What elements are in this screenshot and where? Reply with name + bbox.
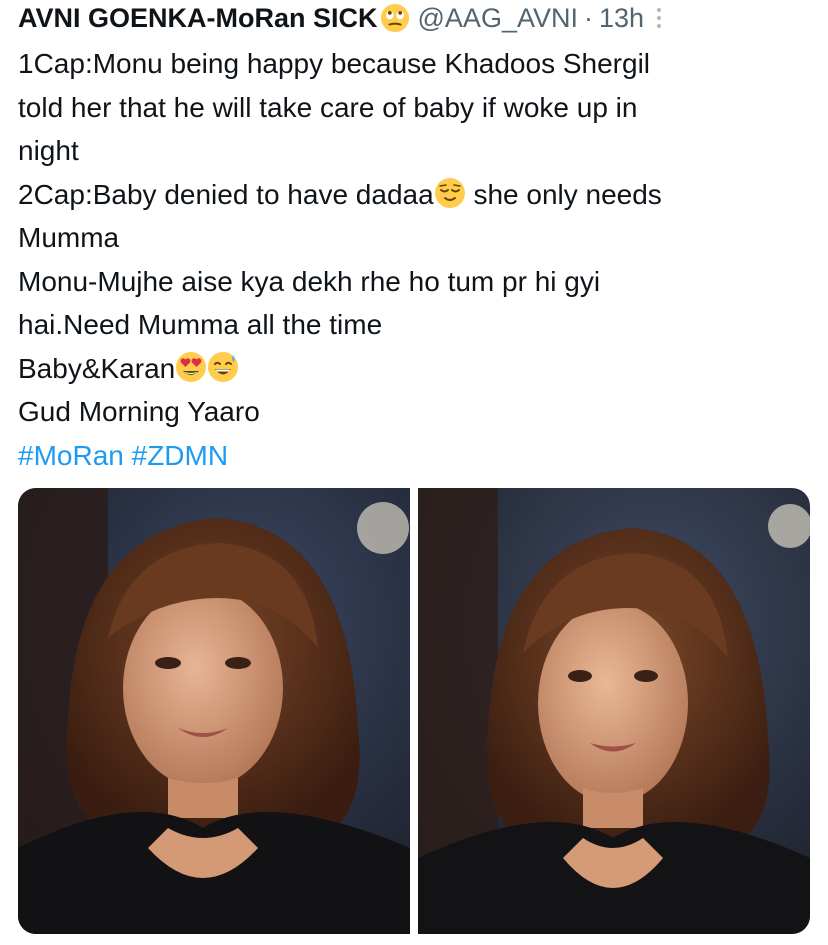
text-line-mumma: Mumma (18, 222, 120, 253)
text-line-baby-karan: Baby&Karan (18, 347, 818, 391)
separator-dot: · (583, 2, 593, 33)
author-handle[interactable]: @AAG_AVNI (418, 3, 578, 34)
rolling-eyes-emoji-icon (380, 3, 409, 33)
hashtag-zdmn[interactable]: #ZDMN (132, 440, 228, 471)
photo-left-image (18, 488, 410, 934)
more-options-icon[interactable] (654, 6, 664, 30)
tweet: AVNI GOENKA-MoRan SICK @AAG_AVNI · 13h 1… (0, 0, 828, 945)
text-line-1cap: 1Cap:Monu being happy because Khadoos Sh… (18, 48, 651, 79)
tweet-media (18, 488, 810, 934)
tweet-text: 1Cap:Monu being happy because Khadoos Sh… (18, 42, 818, 477)
photo-right[interactable] (418, 488, 810, 934)
text-line-monu-1: Monu-Mujhe aise kya dekh rhe ho tum pr h… (18, 265, 601, 297)
grinning-sweat-emoji-icon (208, 351, 239, 382)
text-line-gud-morning: Gud Morning Yaaro (18, 396, 260, 427)
heart-eyes-emoji-icon (176, 351, 207, 382)
text-line-hashtags: #MoRan #ZDMN (18, 434, 818, 478)
hashtag-moran[interactable]: #MoRan (18, 440, 124, 471)
tweet-header: AVNI GOENKA-MoRan SICK @AAG_AVNI · 13h (18, 0, 818, 36)
text-baby-karan: Baby&Karan (18, 352, 176, 384)
relieved-face-emoji-icon (434, 177, 465, 208)
text-line-2cap: 2Cap:Baby denied to have dadaa she only … (18, 173, 818, 217)
photo-right-image (418, 488, 810, 934)
text-2cap-before: 2Cap:Baby denied to have dadaa (18, 178, 434, 210)
photo-left[interactable] (18, 488, 410, 934)
text-line-monu-2: hai.Need Mumma all the time (18, 309, 383, 340)
text-line-night: night (18, 135, 79, 166)
author-name[interactable]: AVNI GOENKA-MoRan SICK (18, 3, 378, 34)
text-2cap-after: she only needs (465, 178, 662, 210)
text-line-1cap-cont: told her that he will take care of baby … (18, 91, 638, 123)
tweet-time[interactable]: 13h (599, 3, 644, 34)
